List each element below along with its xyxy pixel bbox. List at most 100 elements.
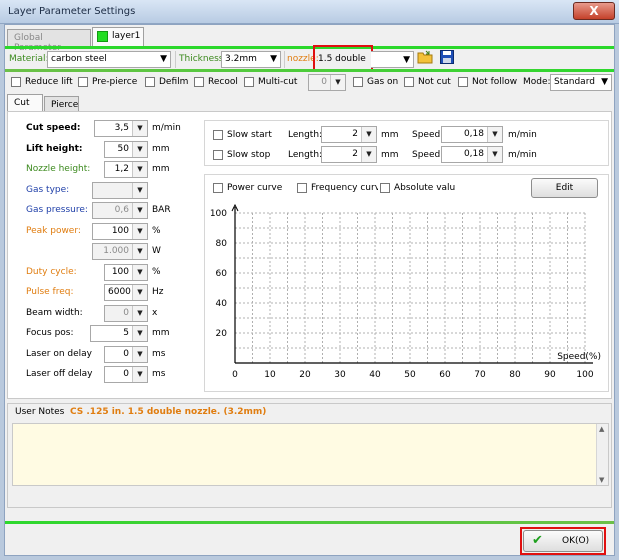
- edit-button[interactable]: Edit: [531, 178, 598, 198]
- param-unit: mm: [152, 144, 170, 154]
- x-tick-label: 60: [439, 370, 451, 380]
- user-notes-textarea[interactable]: ▲ ▼: [12, 423, 609, 486]
- tab-pierce[interactable]: Pierce: [44, 96, 79, 112]
- close-button[interactable]: X: [573, 2, 615, 20]
- thickness-label: Thickness:: [179, 54, 227, 64]
- tab-cut[interactable]: Cut: [7, 94, 43, 112]
- param-input[interactable]: 50 ▼: [104, 141, 148, 158]
- tab-global-parameter[interactable]: Global Parameter: [7, 29, 91, 53]
- open-folder-icon[interactable]: [417, 49, 433, 67]
- slow-stop-label: Slow stop: [227, 150, 271, 160]
- scroll-up-icon[interactable]: ▲: [599, 425, 604, 433]
- x-tick-label: 90: [544, 370, 556, 380]
- layer-color-bar: [5, 46, 614, 49]
- defilm-checkbox[interactable]: [145, 77, 155, 87]
- param-input[interactable]: 100 ▼: [104, 264, 148, 281]
- slow-stop-length-label: Length:: [288, 150, 323, 160]
- param-input[interactable]: 6000 ▼: [104, 284, 148, 301]
- x-tick-label: 50: [404, 370, 416, 380]
- nozzle-select[interactable]: 1.5 double ▼: [313, 45, 414, 72]
- x-tick-label: 40: [369, 370, 381, 380]
- frequency-curve-checkbox[interactable]: [297, 183, 307, 193]
- ok-button[interactable]: ✔ OK(O): [523, 530, 603, 552]
- not-cut-checkbox[interactable]: [404, 77, 414, 87]
- cut-parameters: Cut speed: 3,5 ▼ m/min Lift height: 50 ▼ mm Nozz…: [8, 112, 198, 400]
- slow-start-label: Slow start: [227, 130, 272, 140]
- pre-pierce-checkbox[interactable]: [78, 77, 88, 87]
- param-input[interactable]: 0 ▼: [104, 366, 148, 383]
- chevron-down-icon: ▼: [132, 224, 147, 239]
- notes-scrollbar[interactable]: ▲ ▼: [596, 424, 608, 485]
- slow-stop-length-input[interactable]: 2 ▼: [321, 146, 377, 163]
- absolute-value-checkbox[interactable]: [380, 183, 390, 193]
- chevron-down-icon: ▼: [132, 162, 147, 177]
- param-unit: m/min: [152, 123, 181, 133]
- param-unit: mm: [152, 328, 170, 338]
- slow-start-speed-label: Speed:: [412, 130, 444, 140]
- param-input[interactable]: 0 ▼: [104, 346, 148, 363]
- param-value: 1,2: [114, 164, 129, 174]
- green-separator: [5, 69, 614, 72]
- tab-layer1[interactable]: layer1: [92, 27, 144, 46]
- y-tick-label: 40: [216, 299, 228, 309]
- slow-start-checkbox[interactable]: [213, 130, 223, 140]
- nozzle-value: 1.5 double: [318, 54, 366, 64]
- param-unit: Hz: [152, 287, 164, 297]
- param-value: 100: [111, 267, 129, 277]
- param-input[interactable]: 5 ▼: [90, 325, 148, 342]
- x-tick-label: 0: [232, 370, 238, 380]
- y-tick-label: 60: [216, 269, 228, 279]
- param-value: 6000: [108, 287, 131, 297]
- multi-cut-checkbox[interactable]: [244, 77, 254, 87]
- chevron-down-icon: ▼: [132, 347, 147, 362]
- slow-start-speed-value: 0,18: [463, 129, 484, 139]
- cut-panel: Cut speed: 3,5 ▼ m/min Lift height: 50 ▼ mm Nozz…: [7, 111, 612, 399]
- param-value: 0: [123, 369, 129, 379]
- slow-stop-speed-input[interactable]: 0,18 ▼: [441, 146, 503, 163]
- chevron-down-icon: ▼: [160, 54, 167, 64]
- material-label: Material:: [9, 54, 49, 64]
- divider: [175, 51, 176, 68]
- x-tick-label: 80: [509, 370, 521, 380]
- param-value: 5: [123, 328, 129, 338]
- pre-pierce-label: Pre-pierce: [92, 77, 138, 87]
- mode-select[interactable]: Standard ▼: [550, 74, 612, 91]
- param-unit: W: [152, 246, 161, 256]
- defilm-label: Defilm: [159, 77, 189, 87]
- param-input[interactable]: 3,5 ▼: [94, 120, 148, 137]
- slow-stop-checkbox[interactable]: [213, 150, 223, 160]
- scroll-down-icon[interactable]: ▼: [599, 476, 604, 484]
- param-label: Duty cycle:: [26, 267, 77, 277]
- param-input[interactable]: 100 ▼: [92, 223, 148, 240]
- curve-group: Power curve Frequency curve Absolute val…: [204, 174, 609, 392]
- slow-start-speed-input[interactable]: 0,18 ▼: [441, 126, 503, 143]
- chevron-down-icon: ▼: [132, 121, 147, 136]
- reduce-lift-checkbox[interactable]: [11, 77, 21, 87]
- x-axis-label: Speed(%): [557, 352, 601, 362]
- param-label: Gas type:: [26, 185, 70, 195]
- param-value: 1.000: [103, 246, 129, 256]
- gas-on-checkbox[interactable]: [353, 77, 363, 87]
- slow-group: Slow start Length: 2 ▼ mm Speed: 0,18 ▼ …: [204, 120, 609, 166]
- unit-mmin: m/min: [508, 130, 537, 140]
- title-bar: Layer Parameter Settings X: [0, 0, 619, 24]
- x-tick-label: 30: [334, 370, 346, 380]
- recool-checkbox[interactable]: [194, 77, 204, 87]
- material-select[interactable]: carbon steel ▼: [47, 51, 171, 68]
- param-input: 1.000 ▼: [92, 243, 148, 260]
- x-tick-label: 10: [264, 370, 276, 380]
- slow-start-length-input[interactable]: 2 ▼: [321, 126, 377, 143]
- green-separator: [5, 521, 614, 524]
- user-notes-summary: CS .125 in. 1.5 double nozzle. (3.2mm): [70, 407, 267, 417]
- param-unit: mm: [152, 164, 170, 174]
- tab-layer1-label: layer1: [112, 31, 141, 41]
- thickness-select[interactable]: 3.2mm ▼: [221, 51, 281, 68]
- mode-label: Mode:: [523, 77, 551, 87]
- param-input: 0,6 ▼: [92, 202, 148, 219]
- power-curve-checkbox[interactable]: [213, 183, 223, 193]
- save-icon[interactable]: [440, 50, 454, 64]
- param-input[interactable]: 1,2 ▼: [104, 161, 148, 178]
- param-label: Gas pressure:: [26, 205, 88, 215]
- not-follow-checkbox[interactable]: [458, 77, 468, 87]
- ok-label: OK(O): [562, 536, 590, 546]
